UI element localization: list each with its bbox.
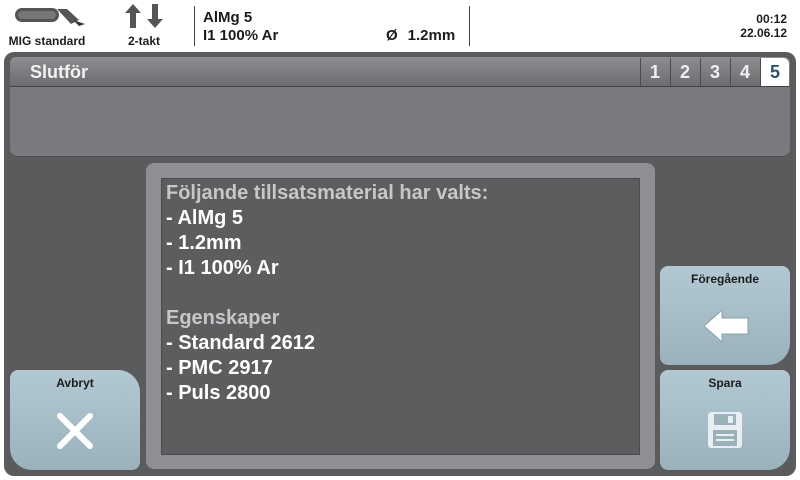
- material-value: AlMg 5: [203, 9, 253, 26]
- wizard-step-1: 1: [640, 58, 669, 86]
- wizard-subpanel: [10, 87, 790, 157]
- divider: [194, 6, 195, 46]
- wizard-step-3: 3: [700, 58, 729, 86]
- diameter-symbol: Ø: [386, 27, 398, 44]
- status-bar: MIG standard 2-takt AlMg 5 I1 100% Ar Ø1…: [0, 0, 800, 52]
- summary-diameter: - 1.2mm: [166, 232, 242, 254]
- cancel-button[interactable]: Avbryt: [10, 370, 140, 470]
- divider: [469, 6, 470, 46]
- wizard-step-5-active: 5: [760, 58, 789, 86]
- diameter-value: 1.2mm: [407, 27, 456, 44]
- summary-heading: Följande tillsatsmaterial har valts:: [166, 182, 489, 204]
- save-button[interactable]: Spara: [660, 370, 790, 470]
- close-x-icon: [57, 413, 93, 449]
- up-down-arrows-icon: [125, 4, 163, 28]
- save-button-label: Spara: [708, 376, 742, 390]
- trigger-mode-label: 2-takt: [127, 34, 160, 48]
- process-label: MIG standard: [8, 34, 86, 48]
- page-title: Slutför: [30, 62, 88, 82]
- clock-date: 22.06.12: [740, 26, 787, 40]
- wizard-step-2: 2: [670, 58, 699, 86]
- wizard-title-bar: Slutför 1 2 3 4 5: [10, 57, 790, 87]
- properties-heading: Egenskaper: [166, 307, 280, 329]
- summary-material: - AlMg 5: [166, 207, 244, 229]
- summary-gas: - I1 100% Ar: [166, 257, 279, 279]
- mig-torch-icon: [15, 8, 85, 26]
- previous-button[interactable]: Föregående: [660, 266, 790, 365]
- previous-button-label: Föregående: [690, 272, 759, 286]
- left-arrow-icon: [703, 308, 749, 344]
- summary-text-area: Följande tillsatsmaterial har valts: - A…: [161, 178, 640, 455]
- gas-value: I1 100% Ar: [203, 27, 279, 44]
- floppy-disk-icon: [708, 412, 742, 448]
- cancel-button-label: Avbryt: [56, 376, 94, 390]
- summary-dialog: Följande tillsatsmaterial har valts: - A…: [146, 163, 655, 469]
- property-puls: - Puls 2800: [166, 382, 271, 404]
- property-pmc: - PMC 2917: [166, 357, 273, 379]
- wizard-step-4: 4: [730, 58, 759, 86]
- property-standard: - Standard 2612: [166, 332, 315, 354]
- diameter-display: Ø 1.2mm: [386, 27, 455, 44]
- clock-time: 00:12: [756, 12, 787, 26]
